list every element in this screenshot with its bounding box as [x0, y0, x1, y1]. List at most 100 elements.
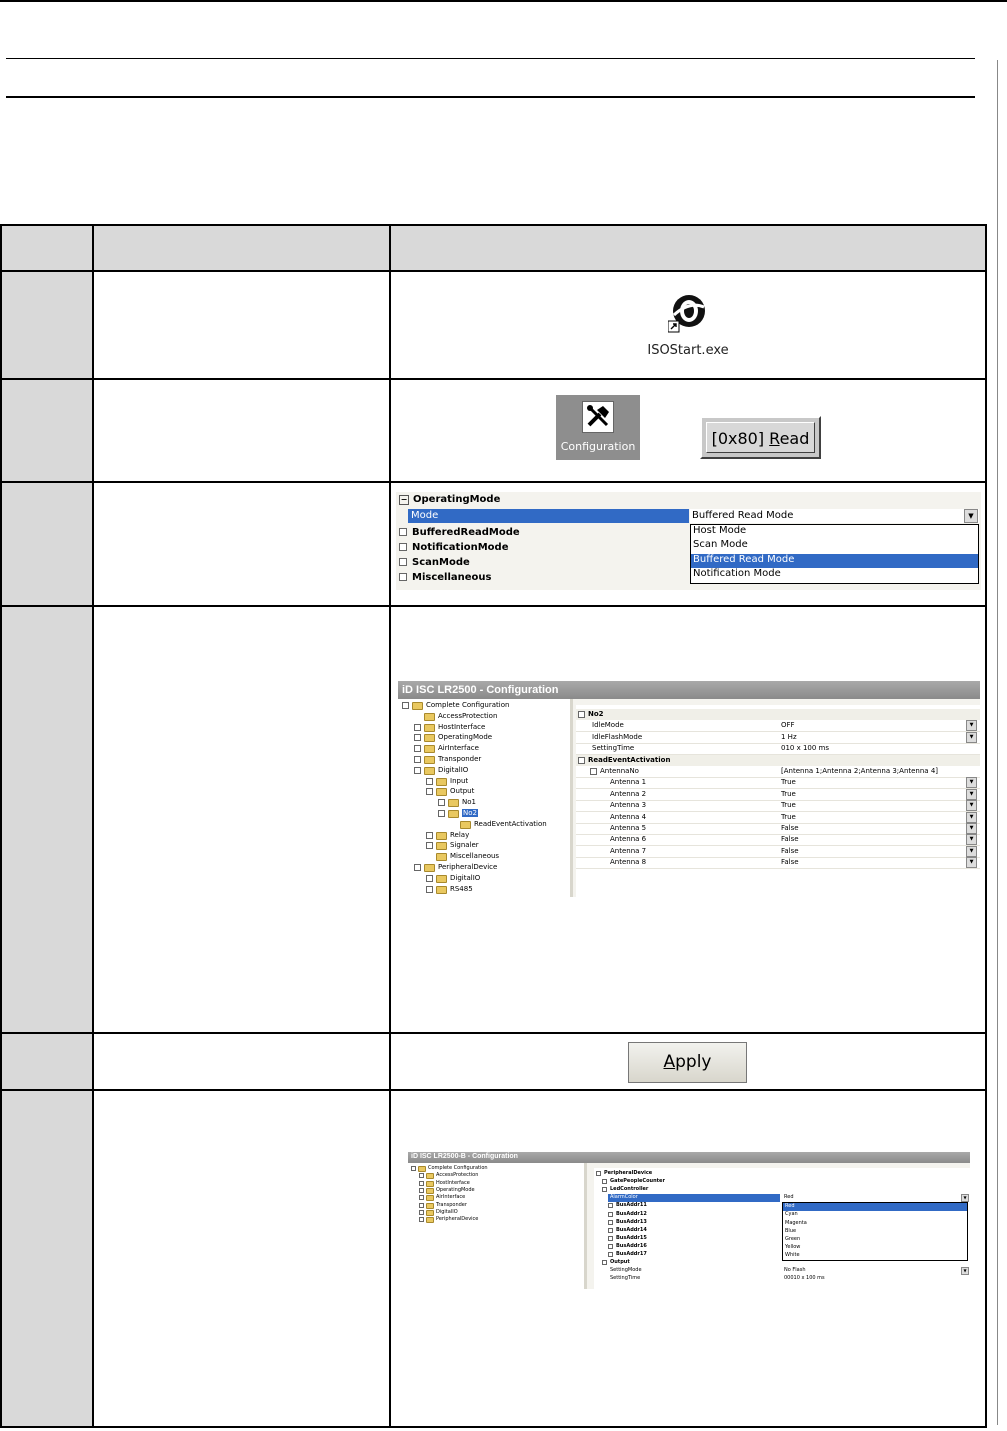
collapse-icon[interactable] — [602, 1179, 607, 1185]
expand-icon[interactable] — [608, 1203, 613, 1209]
dropdown-arrow-icon[interactable]: ▼ — [966, 823, 977, 834]
property-row[interactable]: Antenna 3 True ▼ — [576, 800, 980, 813]
property-row[interactable]: AlarmColor Red ▼ — [594, 1194, 970, 1203]
property-row[interactable]: SettingTime 00010 x 100 ms — [594, 1275, 970, 1283]
tree-node[interactable]: AccessProtection — [419, 1172, 569, 1180]
expand-icon[interactable] — [608, 1252, 613, 1257]
property-row[interactable]: Antenna 1 True ▼ — [576, 777, 980, 790]
property-group[interactable]: ReadEventActivation — [576, 754, 980, 766]
property-row[interactable]: Antenna 2 True ▼ — [576, 788, 980, 801]
expand-icon[interactable] — [399, 558, 407, 566]
property-row[interactable]: IdleMode OFF ▼ — [576, 720, 980, 733]
tree-node[interactable]: Relay — [426, 831, 576, 841]
tree-node[interactable]: No1 — [438, 798, 588, 808]
dropdown-arrow-icon[interactable]: ▼ — [964, 509, 978, 523]
property-row[interactable]: AntennaNo [Antenna 1;Antenna 2;Antenna 3;… — [576, 766, 980, 778]
property-row[interactable]: Antenna 4 True ▼ — [576, 811, 980, 824]
operating-mode-group[interactable]: − OperatingMode — [399, 494, 500, 505]
expand-icon[interactable] — [608, 1243, 613, 1249]
expand-icon[interactable] — [414, 734, 421, 742]
tree-node[interactable]: HostInterface — [419, 1180, 569, 1187]
expand-icon[interactable] — [426, 874, 433, 882]
operating-mode-child[interactable]: Miscellaneous — [399, 571, 679, 585]
configuration-toolbar-button[interactable]: Configuration — [556, 395, 640, 460]
expand-icon[interactable] — [426, 831, 433, 839]
tree-node[interactable]: AirInterface — [419, 1194, 569, 1202]
read-button[interactable]: [0x80] Read — [700, 416, 821, 459]
expand-icon[interactable] — [414, 745, 421, 753]
tree-node[interactable]: Complete Configuration — [402, 701, 552, 711]
operating-mode-child[interactable]: ScanMode — [399, 556, 679, 570]
dropdown-arrow-icon[interactable]: ▼ — [966, 731, 977, 743]
tree-node[interactable]: OperatingMode — [414, 733, 564, 743]
collapse-icon[interactable] — [411, 1166, 416, 1171]
expand-icon[interactable] — [419, 1209, 424, 1215]
property-group[interactable]: No2 — [576, 709, 980, 720]
expand-icon[interactable] — [399, 528, 407, 536]
dropdown-arrow-icon[interactable]: ▼ — [966, 857, 977, 869]
collapse-icon[interactable] — [402, 702, 409, 709]
dropdown-arrow-icon[interactable]: ▼ — [966, 845, 977, 857]
property-row[interactable]: Antenna 6 False ▼ — [576, 834, 980, 847]
mode-option[interactable]: Host Mode — [691, 525, 978, 539]
expand-icon[interactable] — [426, 842, 433, 850]
tree-node[interactable]: PeripheralDevice — [419, 1216, 569, 1224]
dropdown-arrow-icon[interactable]: ▼ — [966, 788, 977, 800]
color-option[interactable]: Yellow — [783, 1244, 967, 1252]
expand-icon[interactable] — [399, 543, 407, 551]
tree-node[interactable]: HostInterface — [414, 723, 564, 733]
color-option[interactable]: Red — [783, 1203, 967, 1212]
tree-node[interactable]: AccessProtection — [414, 712, 564, 722]
tree-node[interactable]: Miscellaneous — [426, 852, 576, 862]
color-option[interactable]: Green — [783, 1236, 967, 1244]
collapse-icon[interactable] — [578, 756, 585, 764]
tree-node[interactable]: Input — [426, 777, 576, 787]
tree-node[interactable]: No2 — [438, 809, 588, 819]
color-option[interactable]: Blue — [783, 1228, 967, 1236]
tree-node[interactable]: Complete Configuration — [411, 1165, 561, 1172]
dropdown-arrow-icon[interactable]: ▼ — [966, 777, 977, 789]
apply-button[interactable]: Apply — [628, 1042, 747, 1083]
expand-icon[interactable] — [608, 1211, 613, 1217]
expand-icon[interactable] — [426, 885, 433, 893]
mode-value-field[interactable]: Buffered Read Mode ▼ — [690, 509, 979, 523]
expand-icon[interactable] — [426, 777, 433, 785]
mode-row[interactable]: Mode — [408, 509, 689, 523]
expand-icon[interactable] — [414, 723, 421, 731]
dropdown-arrow-icon[interactable]: ▼ — [966, 800, 977, 812]
tree-node[interactable]: DigitalIO — [419, 1209, 569, 1216]
expand-icon[interactable] — [608, 1227, 613, 1233]
expand-icon[interactable] — [414, 756, 421, 763]
tree-node[interactable]: DigitalIO — [426, 874, 576, 884]
property-row[interactable]: BusAddr12 — [594, 1211, 780, 1219]
color-option[interactable]: Magenta — [783, 1220, 967, 1228]
expand-icon[interactable] — [608, 1219, 613, 1225]
collapse-icon[interactable] — [578, 711, 585, 718]
color-option[interactable]: Cyan — [783, 1211, 967, 1219]
isostart-shortcut[interactable]: ISOStart.exe — [640, 291, 736, 361]
tree-node[interactable]: Transponder — [419, 1202, 569, 1209]
collapse-icon[interactable] — [438, 810, 445, 817]
property-row[interactable]: BusAddr14 — [594, 1227, 780, 1235]
mode-option[interactable]: Buffered Read Mode — [691, 553, 978, 568]
expand-icon[interactable] — [399, 573, 407, 581]
collapse-icon[interactable] — [414, 766, 421, 774]
property-row[interactable]: SettingMode No Flash ▼ — [594, 1267, 970, 1276]
expand-icon[interactable] — [419, 1217, 424, 1223]
property-row[interactable]: SettingTime 010 x 100 ms — [576, 743, 980, 756]
dropdown-arrow-icon[interactable]: ▼ — [966, 834, 977, 846]
dropdown-arrow-icon[interactable]: ▼ — [966, 720, 977, 732]
expand-icon[interactable] — [438, 799, 445, 807]
property-row[interactable]: BusAddr11 — [594, 1202, 780, 1210]
tree-node[interactable]: DigitalIO — [414, 766, 564, 776]
property-row[interactable]: BusAddr16 — [594, 1243, 780, 1251]
collapse-icon[interactable] — [596, 1171, 601, 1176]
operating-mode-child[interactable]: NotificationMode — [399, 541, 679, 555]
collapse-icon[interactable] — [602, 1260, 607, 1266]
property-row[interactable]: Antenna 7 False ▼ — [576, 845, 980, 858]
mode-option[interactable]: Notification Mode — [691, 568, 978, 582]
tree-node[interactable]: Signaler — [426, 841, 576, 851]
property-row[interactable]: BusAddr17 — [594, 1251, 780, 1259]
tree-node[interactable]: Output — [426, 787, 576, 797]
tree-node[interactable]: RS485 — [426, 885, 576, 895]
